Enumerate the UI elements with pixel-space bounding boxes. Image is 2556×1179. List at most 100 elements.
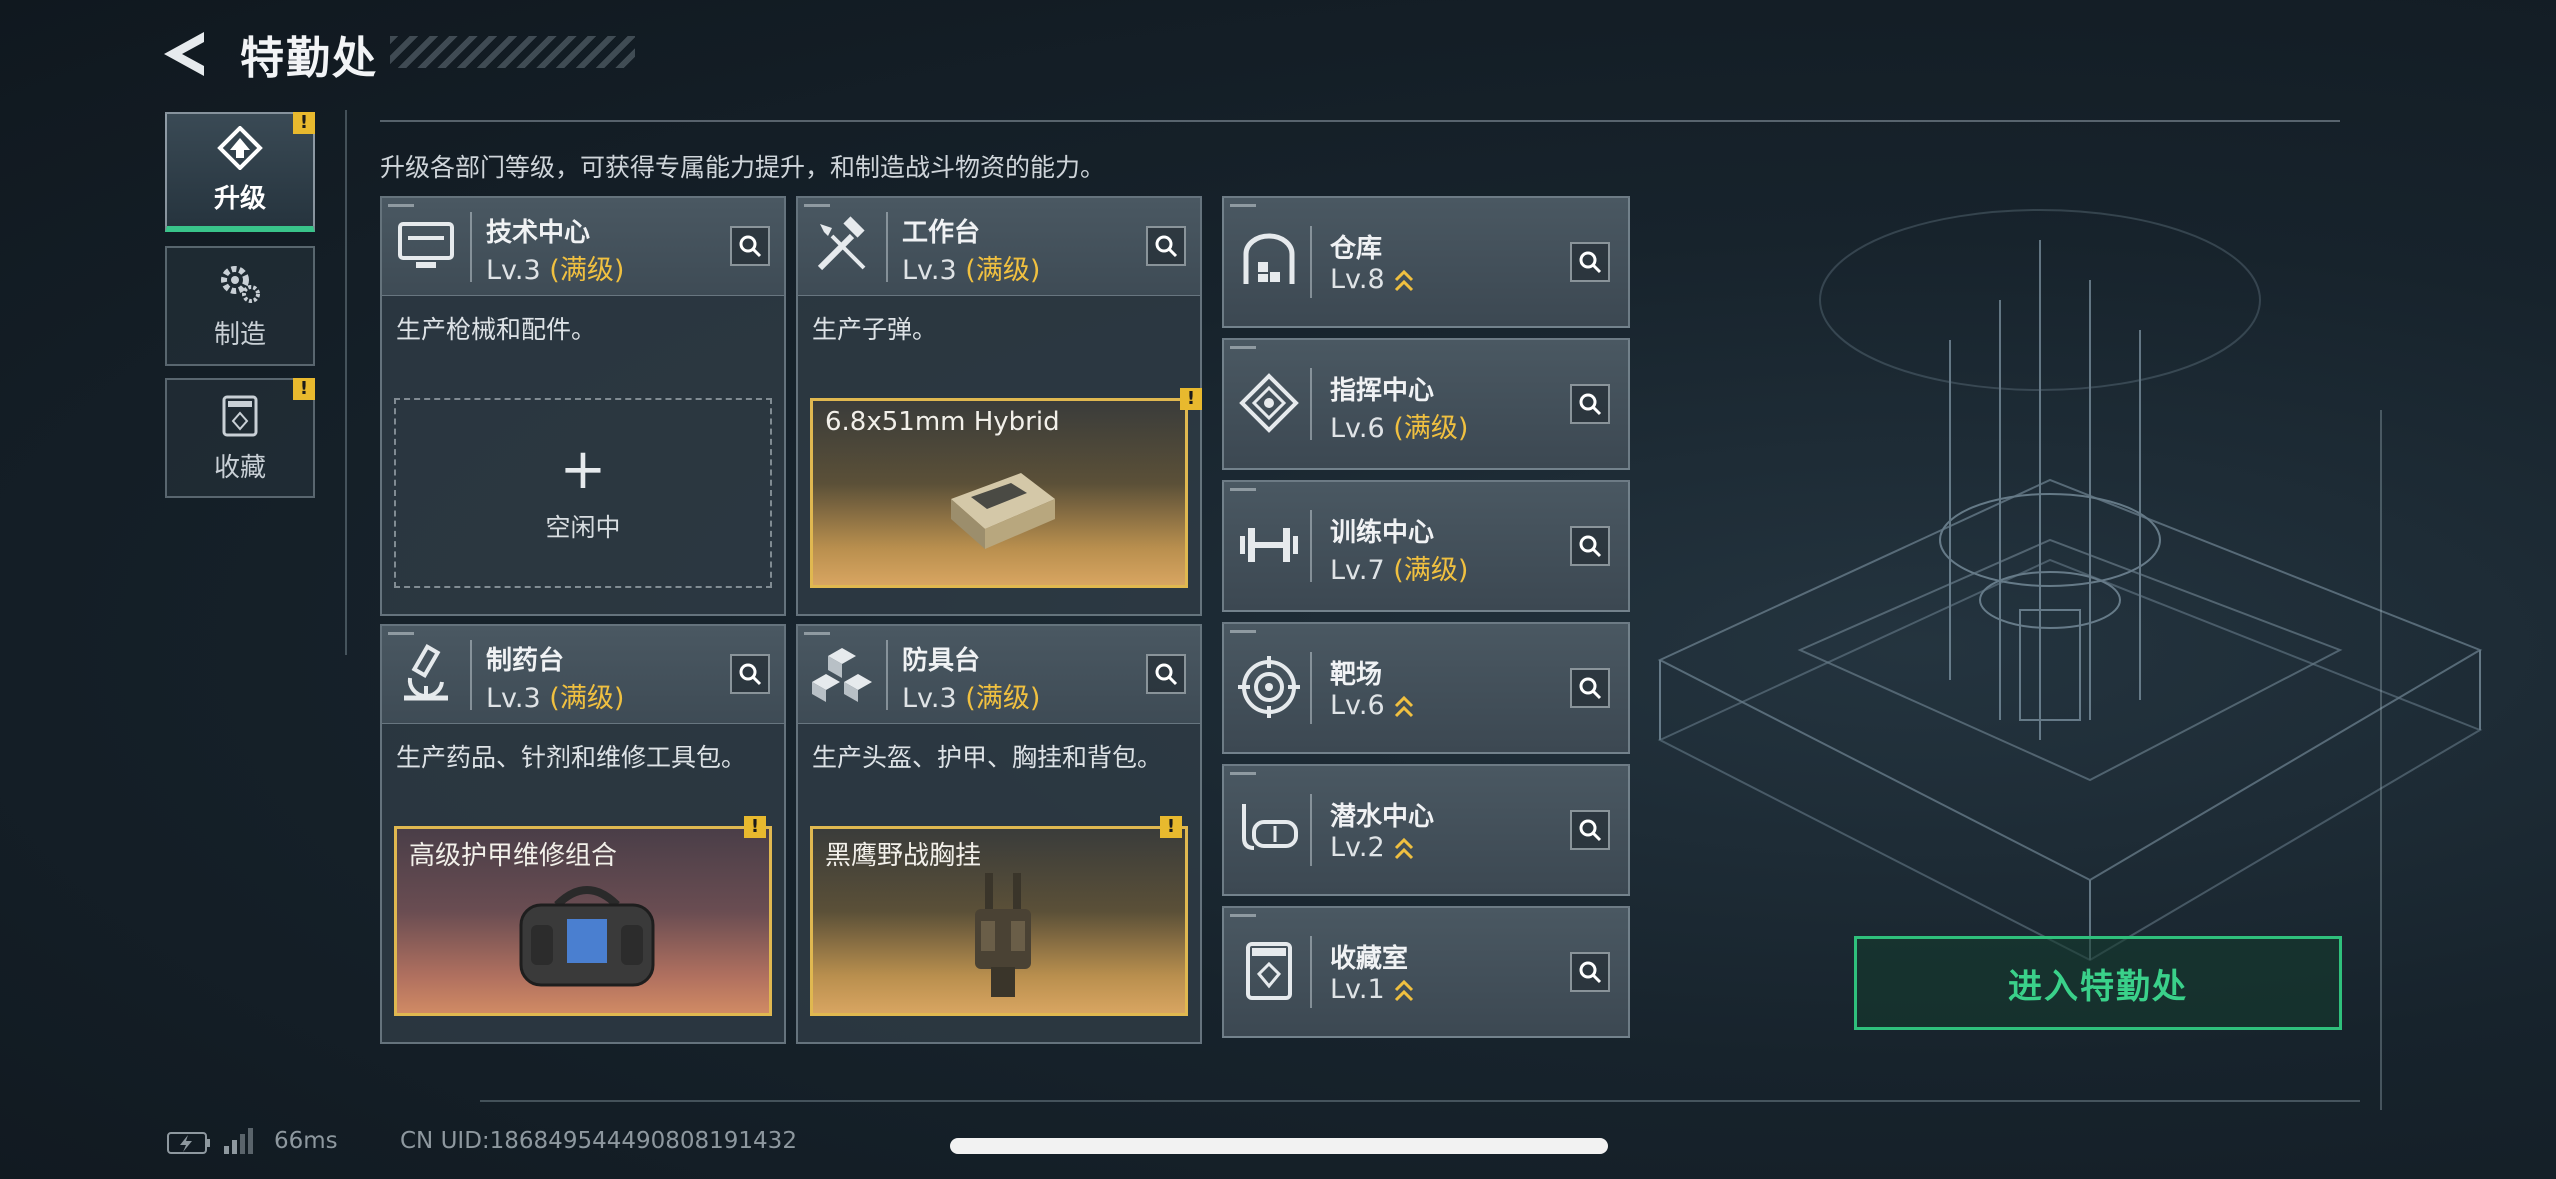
search-icon xyxy=(739,663,762,686)
hq-building-wireframe xyxy=(1657,209,2483,962)
card-header: 防具台 Lv.3 (满级) xyxy=(798,626,1200,724)
facility-name: 靶场 xyxy=(1330,660,1383,690)
enter-special-ops-button[interactable]: 进入特勤处 xyxy=(1854,936,2342,1030)
production-slot-item[interactable]: 黑鹰野战胸挂 xyxy=(810,826,1188,1016)
facility-card-training-center[interactable]: 训练中心 Lv.7 (满级) xyxy=(1222,480,1630,612)
decor-line xyxy=(345,110,347,655)
page-description: 升级各部门等级，可获得专属能力提升，和制造战斗物资的能力。 xyxy=(380,153,1106,182)
facility-name: 仓库 xyxy=(1330,234,1383,264)
search-button[interactable] xyxy=(730,654,770,694)
facility-card-tech-center[interactable]: 技术中心 Lv.3 (满级) 生产枪械和配件。 + 空闲中 xyxy=(380,196,786,616)
card-header: 技术中心 Lv.3 (满级) xyxy=(382,198,784,296)
warning-badge: ! xyxy=(1160,816,1182,838)
facility-description: 生产子弹。 xyxy=(812,315,938,344)
search-button[interactable] xyxy=(1570,810,1610,850)
facility-description: 生产药品、针剂和维修工具包。 xyxy=(396,743,747,772)
decor-line xyxy=(480,1100,2360,1102)
search-button[interactable] xyxy=(1570,242,1610,282)
facility-name: 工作台 xyxy=(902,218,981,248)
upgrade-available-icon xyxy=(1394,979,1413,1001)
search-button[interactable] xyxy=(1570,668,1610,708)
facility-name: 防具台 xyxy=(902,646,981,676)
item-name: 黑鹰野战胸挂 xyxy=(825,841,982,871)
search-button[interactable] xyxy=(1146,226,1186,266)
facility-level: Lv.6 xyxy=(1330,690,1415,722)
item-name: 6.8x51mm Hybrid xyxy=(825,407,1060,437)
facility-card-pharmacy[interactable]: 制药台 Lv.3 (满级) 生产药品、针剂和维修工具包。 高级护甲维修组合 ! xyxy=(380,624,786,1044)
facility-level: Lv.7 (满级) xyxy=(1330,555,1469,586)
tab-upgrade[interactable]: 升级 ! xyxy=(165,112,315,232)
target-icon xyxy=(1238,656,1300,718)
separator xyxy=(1310,368,1312,440)
facility-card-shooting-range[interactable]: 靶场 Lv.6 xyxy=(1222,622,1630,754)
facility-level: Lv.3 (满级) xyxy=(486,255,625,286)
corner-decoration xyxy=(804,632,830,635)
search-icon xyxy=(1579,961,1602,984)
corner-decoration xyxy=(1230,346,1256,349)
production-slot-item[interactable]: 6.8x51mm Hybrid xyxy=(810,398,1188,588)
upgrade-icon xyxy=(217,125,263,170)
facility-card-command-center[interactable]: 指挥中心 Lv.6 (满级) xyxy=(1222,338,1630,470)
search-icon xyxy=(739,235,762,258)
separator xyxy=(470,640,472,710)
separator xyxy=(1310,794,1312,866)
search-icon xyxy=(1579,393,1602,416)
tab-upgrade-label: 升级 xyxy=(213,183,266,214)
separator xyxy=(1310,652,1312,724)
facility-card-collection-room[interactable]: 收藏室 Lv.1 xyxy=(1222,906,1630,1038)
corner-decoration xyxy=(1230,204,1256,207)
vault-icon xyxy=(1246,942,1292,1000)
production-slot-item[interactable]: 高级护甲维修组合 xyxy=(394,826,772,1016)
page-title: 特勤处 xyxy=(240,33,378,84)
search-icon xyxy=(1579,251,1602,274)
facility-name: 指挥中心 xyxy=(1330,376,1435,406)
monitor-icon xyxy=(398,222,454,268)
facility-level: Lv.3 (满级) xyxy=(902,255,1041,286)
tab-craft[interactable]: 制造 xyxy=(165,246,315,366)
corner-decoration xyxy=(1230,772,1256,775)
facility-card-diving-center[interactable]: 潜水中心 Lv.2 xyxy=(1222,764,1630,896)
tab-craft-label: 制造 xyxy=(213,319,266,350)
facility-card-armor-bench[interactable]: 防具台 Lv.3 (满级) 生产头盔、护甲、胸挂和背包。 黑鹰野战胸挂 ! xyxy=(796,624,1202,1044)
facility-card-warehouse[interactable]: 仓库 Lv.8 xyxy=(1222,196,1630,328)
ammo-box-icon xyxy=(951,473,1055,549)
back-arrow-icon[interactable] xyxy=(160,28,216,80)
microscope-icon xyxy=(404,644,448,701)
signal-icon xyxy=(224,1128,253,1154)
facility-card-workbench[interactable]: 工作台 Lv.3 (满级) 生产子弹。 6.8x51mm Hybrid ! xyxy=(796,196,1202,616)
facility-name: 潜水中心 xyxy=(1330,802,1435,832)
diving-mask-icon xyxy=(1242,804,1298,850)
collection-icon xyxy=(222,395,258,436)
warning-badge: ! xyxy=(293,378,315,400)
search-button[interactable] xyxy=(1570,526,1610,566)
separator xyxy=(1310,510,1312,582)
cubes-icon xyxy=(812,648,872,702)
separator xyxy=(886,640,888,710)
search-icon xyxy=(1155,235,1178,258)
upgrade-available-icon xyxy=(1394,269,1413,291)
warehouse-icon xyxy=(1243,233,1295,284)
facility-name: 收藏室 xyxy=(1330,944,1409,974)
facility-description: 生产头盔、护甲、胸挂和背包。 xyxy=(812,743,1163,772)
tab-collection[interactable]: 收藏 ! xyxy=(165,378,315,498)
separator xyxy=(886,212,888,282)
corner-decoration xyxy=(1230,488,1256,491)
search-button[interactable] xyxy=(1570,952,1610,992)
card-header: 制药台 Lv.3 (满级) xyxy=(382,626,784,724)
home-indicator[interactable] xyxy=(950,1138,1608,1154)
corner-decoration xyxy=(388,204,414,207)
warning-badge: ! xyxy=(293,112,315,134)
search-button[interactable] xyxy=(730,226,770,266)
search-button[interactable] xyxy=(1570,384,1610,424)
upgrade-available-icon xyxy=(1394,695,1413,717)
tools-icon xyxy=(817,216,866,271)
warning-badge: ! xyxy=(1180,388,1202,410)
add-icon: + xyxy=(559,437,607,502)
separator xyxy=(1310,226,1312,298)
search-button[interactable] xyxy=(1146,654,1186,694)
corner-decoration xyxy=(388,632,414,635)
battery-icon xyxy=(167,1132,210,1154)
item-name: 高级护甲维修组合 xyxy=(409,841,618,871)
corner-decoration xyxy=(1230,630,1256,633)
production-slot-empty[interactable]: + 空闲中 xyxy=(394,398,772,588)
